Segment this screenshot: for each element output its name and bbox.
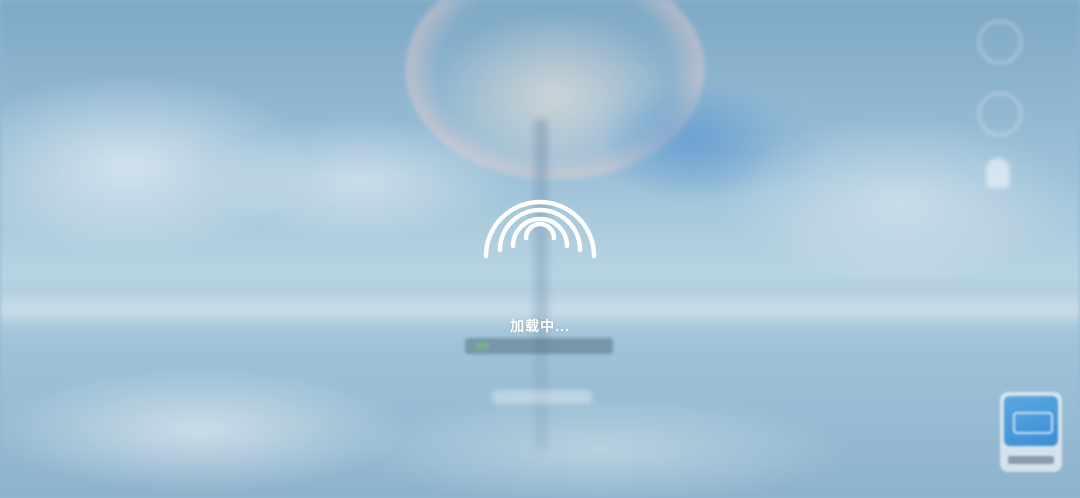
blurred-avatar-icon xyxy=(986,158,1010,188)
blurred-caption xyxy=(492,390,592,404)
background-cloud xyxy=(600,80,780,200)
blurred-top-icon xyxy=(978,20,1022,64)
loading-label: 加载中... xyxy=(510,318,570,334)
app-shortcut-caption xyxy=(1008,456,1054,464)
blurred-middle-icon xyxy=(978,92,1022,136)
blurred-progress-bar xyxy=(465,338,613,354)
app-shortcut-icon[interactable] xyxy=(1000,392,1062,472)
app-shortcut-tile xyxy=(1004,396,1058,446)
signal-arcs-icon xyxy=(478,188,602,278)
